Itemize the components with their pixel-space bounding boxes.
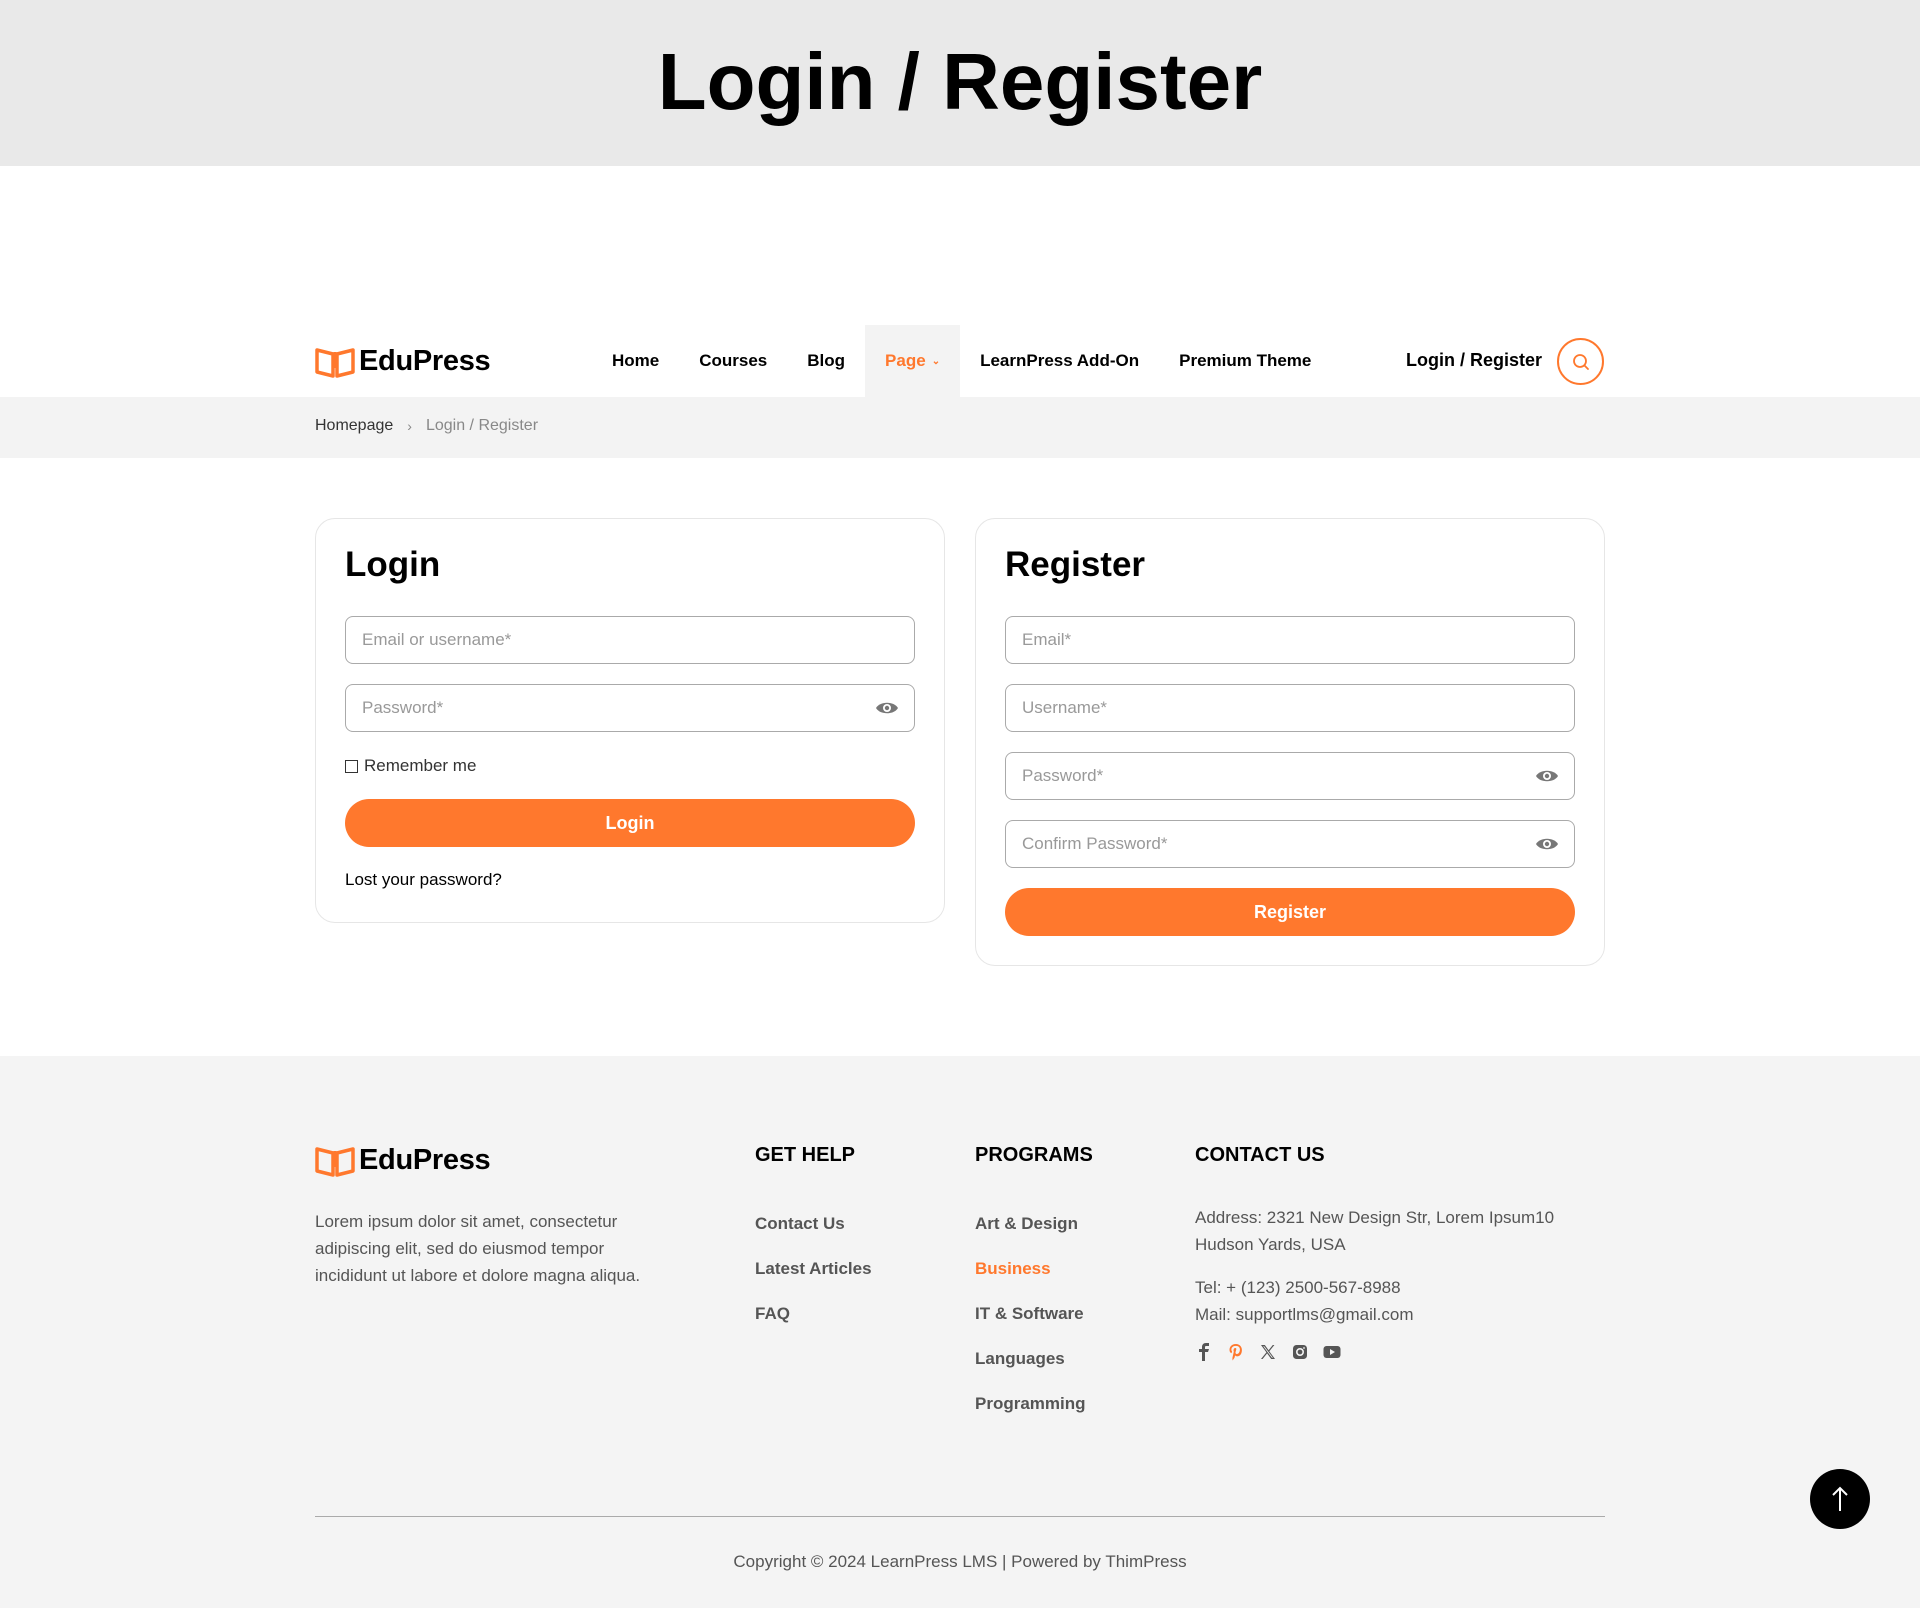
eye-icon[interactable] — [1535, 764, 1559, 788]
register-password-input[interactable] — [1005, 752, 1575, 800]
nav-premium-theme-label: Premium Theme — [1179, 351, 1312, 370]
site-footer: EduPress Lorem ipsum dolor sit amet, con… — [0, 1056, 1920, 1608]
nav-blog[interactable]: Blog — [787, 325, 865, 397]
footer-link-it-software[interactable]: IT & Software — [975, 1304, 1086, 1349]
footer-link-programming[interactable]: Programming — [975, 1394, 1086, 1439]
logo-text: EduPress — [359, 345, 491, 377]
title-band: Login / Register — [0, 0, 1920, 166]
contact-mail: Mail: supportlms@gmail.com — [1195, 1305, 1414, 1324]
breadcrumb-current: Login / Register — [425, 417, 539, 434]
nav-page[interactable]: Page ⌄ — [865, 325, 961, 397]
copyright-text: Copyright © 2024 LearnPress LMS | Powere… — [733, 1552, 1187, 1571]
nav-premium-theme[interactable]: Premium Theme — [1159, 325, 1331, 397]
footer-description: Lorem ipsum dolor sit amet, consectetur … — [315, 1212, 641, 1285]
login-register-link[interactable]: Login / Register — [1406, 350, 1542, 371]
lost-password-link[interactable]: Lost your password? — [345, 870, 502, 890]
nav-learnpress-addon-label: LearnPress Add-On — [980, 351, 1140, 370]
footer-link-business[interactable]: Business — [975, 1259, 1086, 1304]
site-header: EduPress Home Courses Blog Page ⌄ LearnPr… — [0, 325, 1920, 397]
footer-link-languages[interactable]: Languages — [975, 1349, 1086, 1394]
remember-me-label: Remember me — [364, 756, 477, 775]
nav-courses-label: Courses — [699, 351, 768, 370]
facebook-icon[interactable] — [1195, 1343, 1213, 1361]
eye-icon[interactable] — [1535, 832, 1559, 856]
get-help-title: GET HELP — [755, 1144, 856, 1166]
login-email-input[interactable] — [345, 616, 915, 664]
book-logo-icon — [315, 1146, 355, 1177]
x-icon[interactable] — [1259, 1343, 1277, 1361]
footer-logo-text: EduPress — [359, 1144, 491, 1176]
footer-link-contact-us[interactable]: Contact Us — [755, 1214, 872, 1259]
footer-logo[interactable]: EduPress — [315, 1144, 491, 1177]
nav-page-label: Page — [885, 351, 926, 370]
nav-learnpress-addon[interactable]: LearnPress Add-On — [960, 325, 1159, 397]
nav-courses[interactable]: Courses — [679, 325, 787, 397]
book-logo-icon — [315, 347, 355, 378]
breadcrumb-bar: Homepage › Login / Register — [0, 397, 1920, 458]
nav-home-label: Home — [612, 351, 660, 370]
footer-link-faq[interactable]: FAQ — [755, 1304, 872, 1349]
login-button[interactable]: Login — [345, 799, 915, 847]
contact-us-title: CONTACT US — [1195, 1144, 1325, 1166]
checkbox-icon — [345, 759, 358, 773]
chevron-down-icon: ⌄ — [931, 355, 941, 367]
pinterest-icon[interactable] — [1227, 1343, 1245, 1361]
register-confirm-password-input[interactable] — [1005, 820, 1575, 868]
register-button[interactable]: Register — [1005, 888, 1575, 936]
breadcrumb-separator-icon: › — [407, 418, 412, 434]
search-icon — [1572, 353, 1589, 370]
back-to-top-button[interactable] — [1810, 1469, 1870, 1529]
register-card: Register Register — [975, 518, 1605, 966]
register-username-input[interactable] — [1005, 684, 1575, 732]
get-help-list: Contact Us Latest Articles FAQ — [755, 1214, 872, 1349]
contact-tel: Tel: + (123) 2500-567-8988 — [1195, 1278, 1401, 1297]
breadcrumb-home[interactable]: Homepage — [315, 417, 393, 435]
contact-address: Address: 2321 New Design Str, Lorem Ipsu… — [1195, 1208, 1555, 1254]
arrow-up-icon — [1832, 1486, 1848, 1511]
register-email-input[interactable] — [1005, 616, 1575, 664]
contact-info: Address: 2321 New Design Str, Lorem Ipsu… — [1195, 1204, 1595, 1328]
nav-blog-label: Blog — [807, 351, 846, 370]
footer-link-art-design[interactable]: Art & Design — [975, 1214, 1086, 1259]
programs-title: PROGRAMS — [975, 1144, 1093, 1166]
footer-link-latest-articles[interactable]: Latest Articles — [755, 1259, 872, 1304]
site-logo[interactable]: EduPress — [315, 345, 491, 378]
nav-home[interactable]: Home — [592, 325, 679, 397]
search-button[interactable] — [1557, 338, 1604, 385]
login-title: Login — [345, 545, 441, 584]
breadcrumb: Homepage › Login / Register — [315, 417, 538, 435]
main-nav: Home Courses Blog Page ⌄ LearnPress Add-O… — [592, 325, 1331, 397]
register-title: Register — [1005, 545, 1146, 584]
eye-icon[interactable] — [875, 696, 899, 720]
programs-list: Art & Design Business IT & Software Lang… — [975, 1214, 1086, 1439]
remember-me-checkbox[interactable]: Remember me — [345, 756, 476, 776]
footer-divider — [315, 1516, 1605, 1517]
youtube-icon[interactable] — [1323, 1343, 1341, 1361]
social-links — [1195, 1343, 1341, 1361]
login-password-input[interactable] — [345, 684, 915, 732]
page-title: Login / Register — [657, 37, 1263, 126]
login-card: Login Remember me Login Lost your passwo… — [315, 518, 945, 923]
instagram-icon[interactable] — [1291, 1343, 1309, 1361]
